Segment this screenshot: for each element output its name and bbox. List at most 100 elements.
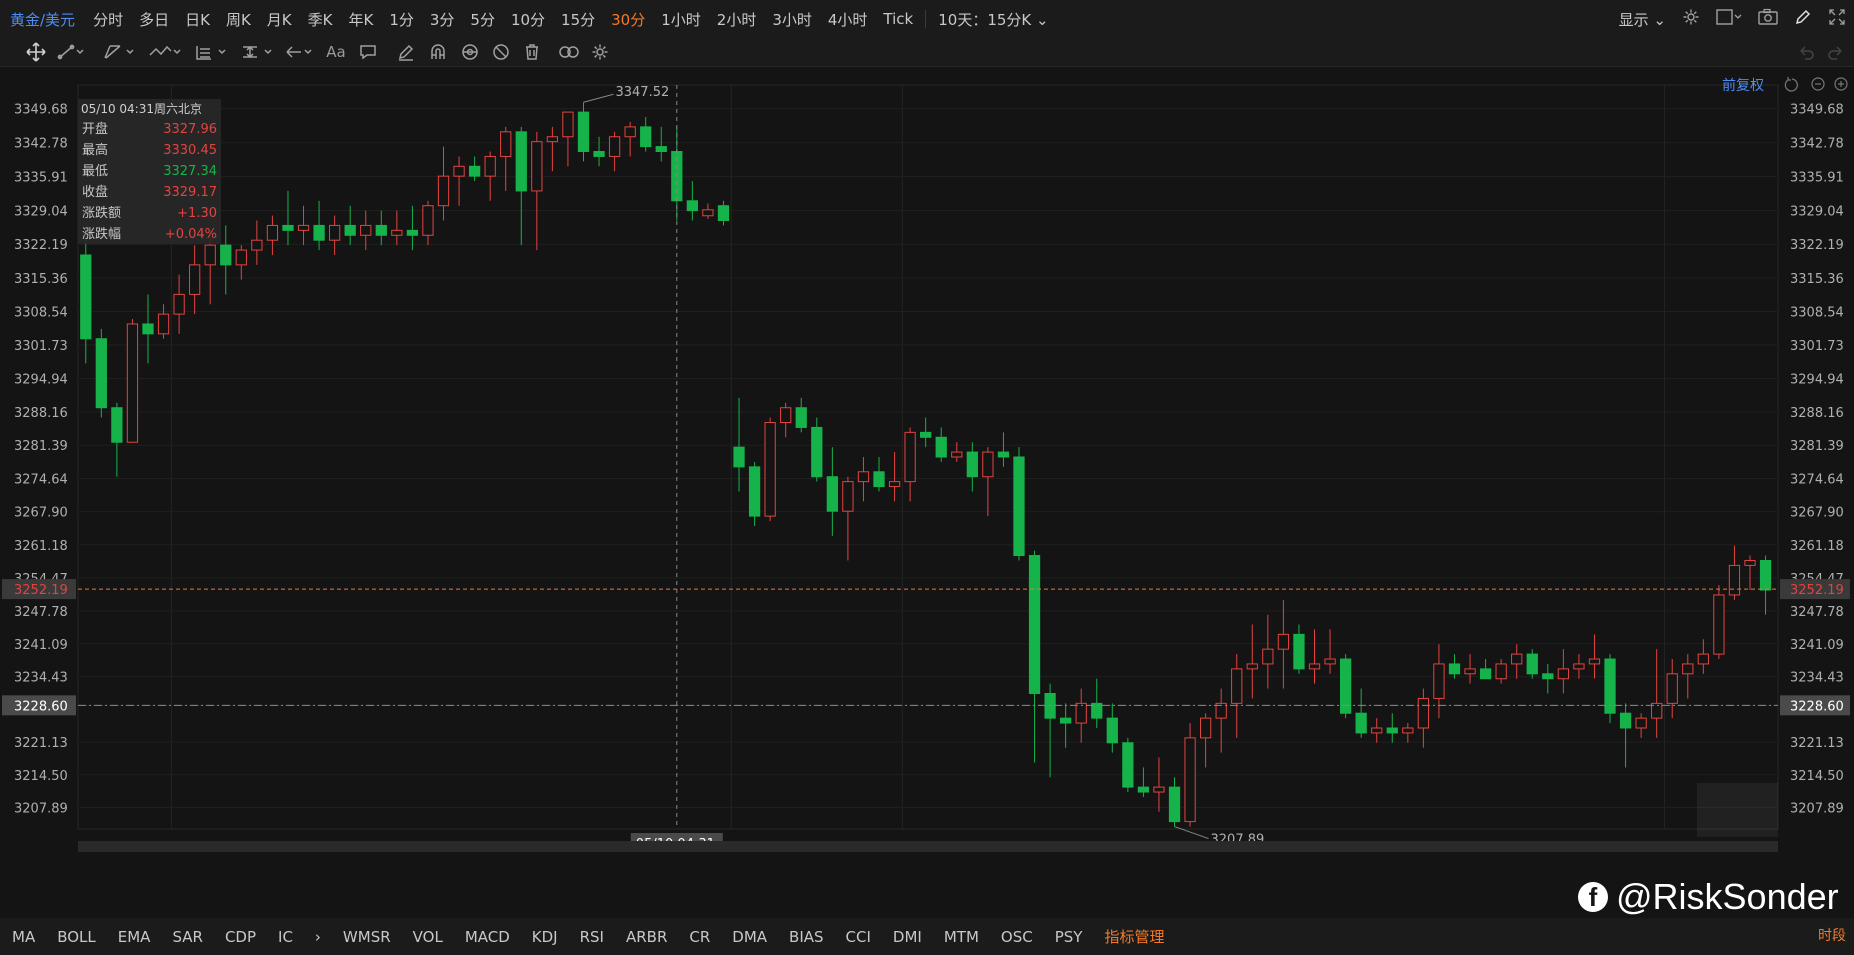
candlestick-chart[interactable]: 3349.68 3349.68 3342.78 3342.78 3335.91 3335.…	[0, 67, 1854, 852]
wave-tool-icon[interactable]	[146, 40, 186, 64]
zoom-in-icon[interactable]	[1834, 77, 1848, 91]
chart-zoom-controls	[1784, 77, 1848, 92]
indicator-9[interactable]: KDJ	[520, 928, 568, 946]
indicator-5[interactable]: IC	[266, 928, 303, 946]
timeframe-11[interactable]: 15分	[553, 9, 603, 30]
timeframe-1[interactable]: 多日	[131, 9, 177, 30]
indicator-17[interactable]: MTM	[932, 928, 989, 946]
candle-body	[95, 338, 107, 409]
magnet-icon[interactable]	[426, 40, 450, 64]
timeframe-12[interactable]: 30分	[603, 9, 653, 30]
line-tool-icon[interactable]	[56, 40, 88, 64]
candle-body	[1199, 717, 1212, 739]
timeframe-14[interactable]: 2小时	[709, 9, 765, 30]
candle-body	[313, 224, 325, 241]
range-selector[interactable]: 10天：15分K ⌄	[930, 9, 1056, 30]
text-tool-icon[interactable]: Aa	[323, 40, 349, 64]
indicator-13[interactable]: DMA	[720, 928, 777, 946]
candle-body	[515, 131, 527, 192]
pencil-icon[interactable]	[1786, 8, 1820, 30]
indicator-4[interactable]: CDP	[213, 928, 266, 946]
fib-tool-icon[interactable]	[192, 40, 232, 64]
candle-body	[1511, 653, 1523, 665]
candle-body	[842, 481, 854, 512]
indicator-18[interactable]: OSC	[989, 928, 1043, 946]
layout-icon[interactable]	[1708, 8, 1750, 30]
timeframe-16[interactable]: 4小时	[820, 9, 876, 30]
pen-tool-icon[interactable]	[394, 40, 418, 64]
timeframe-5[interactable]: 季K	[300, 9, 341, 30]
min-marker-line	[1174, 826, 1209, 840]
y-tick-label-left: 3267.90	[14, 506, 68, 521]
timeframe-2[interactable]: 日K	[177, 9, 218, 30]
indicator-14[interactable]: BIAS	[777, 928, 834, 946]
timeframe-15[interactable]: 3小时	[764, 9, 820, 30]
trash-icon[interactable]	[520, 40, 544, 64]
candle-body	[904, 431, 916, 483]
indicator-8[interactable]: MACD	[453, 928, 520, 946]
candle-body	[173, 293, 185, 315]
symbol-selector[interactable]: 黄金/美元	[0, 9, 85, 30]
candle-body	[1697, 653, 1709, 665]
indicator-20[interactable]: 指标管理	[1092, 926, 1174, 947]
candle-body	[608, 136, 621, 157]
info-value: 3330.45	[163, 143, 217, 158]
timeframe-0[interactable]: 分时	[85, 9, 131, 30]
link-icon[interactable]	[556, 40, 582, 64]
price-adjust-toggle[interactable]: 前复权	[1722, 75, 1764, 95]
timeframe-13[interactable]: 1小时	[653, 9, 709, 30]
indicator-1[interactable]: BOLL	[45, 928, 106, 946]
candle-body	[391, 229, 403, 236]
indicator-16[interactable]: DMI	[881, 928, 932, 946]
info-row: 最高 3330.45	[78, 140, 221, 161]
camera-icon[interactable]	[1750, 8, 1786, 30]
eye-icon[interactable]	[458, 40, 482, 64]
indicator-11[interactable]: ARBR	[614, 928, 677, 946]
reset-icon[interactable]	[1784, 77, 1798, 92]
indicator-15[interactable]: CCI	[834, 928, 881, 946]
zoom-out-icon[interactable]	[1811, 77, 1825, 91]
chevron-right-icon[interactable]: ›	[303, 928, 331, 946]
redo-icon[interactable]	[1824, 40, 1848, 64]
move-icon[interactable]	[24, 40, 48, 64]
candle-body	[1635, 717, 1647, 729]
settings-icon[interactable]	[588, 40, 612, 64]
candle-body	[1293, 633, 1305, 670]
timeframe-6[interactable]: 年K	[340, 9, 381, 30]
indicator-6[interactable]: WMSR	[331, 928, 401, 946]
indicator-19[interactable]: PSY	[1043, 928, 1093, 946]
y-tick-label-left: 3234.43	[14, 671, 68, 686]
hide-icon[interactable]	[489, 40, 513, 64]
candle-body	[329, 224, 341, 241]
chart-area[interactable]: 3349.68 3349.68 3342.78 3342.78 3335.91 3335.…	[0, 67, 1854, 852]
timeframe-17[interactable]: Tick	[875, 10, 921, 28]
arrow-tool-icon[interactable]	[283, 40, 317, 64]
channel-tool-icon[interactable]	[100, 40, 140, 64]
indicator-0[interactable]: MA	[0, 928, 45, 946]
indicator-3[interactable]: SAR	[160, 928, 212, 946]
timeframe-7[interactable]: 1分	[381, 9, 422, 30]
undo-icon[interactable]	[1794, 40, 1818, 64]
indicator-2[interactable]: EMA	[106, 928, 161, 946]
candle-body	[1075, 702, 1087, 724]
y-tick-label-left: 3335.91	[14, 171, 68, 186]
measure-tool-icon[interactable]	[238, 40, 278, 64]
candle-body	[888, 481, 901, 488]
timeframe-9[interactable]: 5分	[462, 9, 503, 30]
timeframe-10[interactable]: 10分	[503, 9, 553, 30]
indicator-7[interactable]: VOL	[401, 928, 453, 946]
settings-icon[interactable]	[1674, 8, 1708, 30]
y-tick-label-right: 3288.16	[1790, 406, 1844, 421]
fullscreen-icon[interactable]	[1820, 8, 1854, 30]
candle-body	[1433, 663, 1445, 699]
timeframe-4[interactable]: 月K	[259, 9, 300, 30]
indicator-12[interactable]: CR	[677, 928, 720, 946]
info-value: +0.04%	[164, 227, 217, 242]
indicator-10[interactable]: RSI	[568, 928, 614, 946]
display-menu[interactable]: 显示 ⌄	[1611, 9, 1674, 30]
note-tool-icon[interactable]	[356, 40, 380, 64]
timeframe-3[interactable]: 周K	[218, 9, 259, 30]
candle-body	[702, 209, 714, 217]
time-period-button[interactable]: 时段	[1818, 918, 1846, 955]
timeframe-8[interactable]: 3分	[422, 9, 463, 30]
